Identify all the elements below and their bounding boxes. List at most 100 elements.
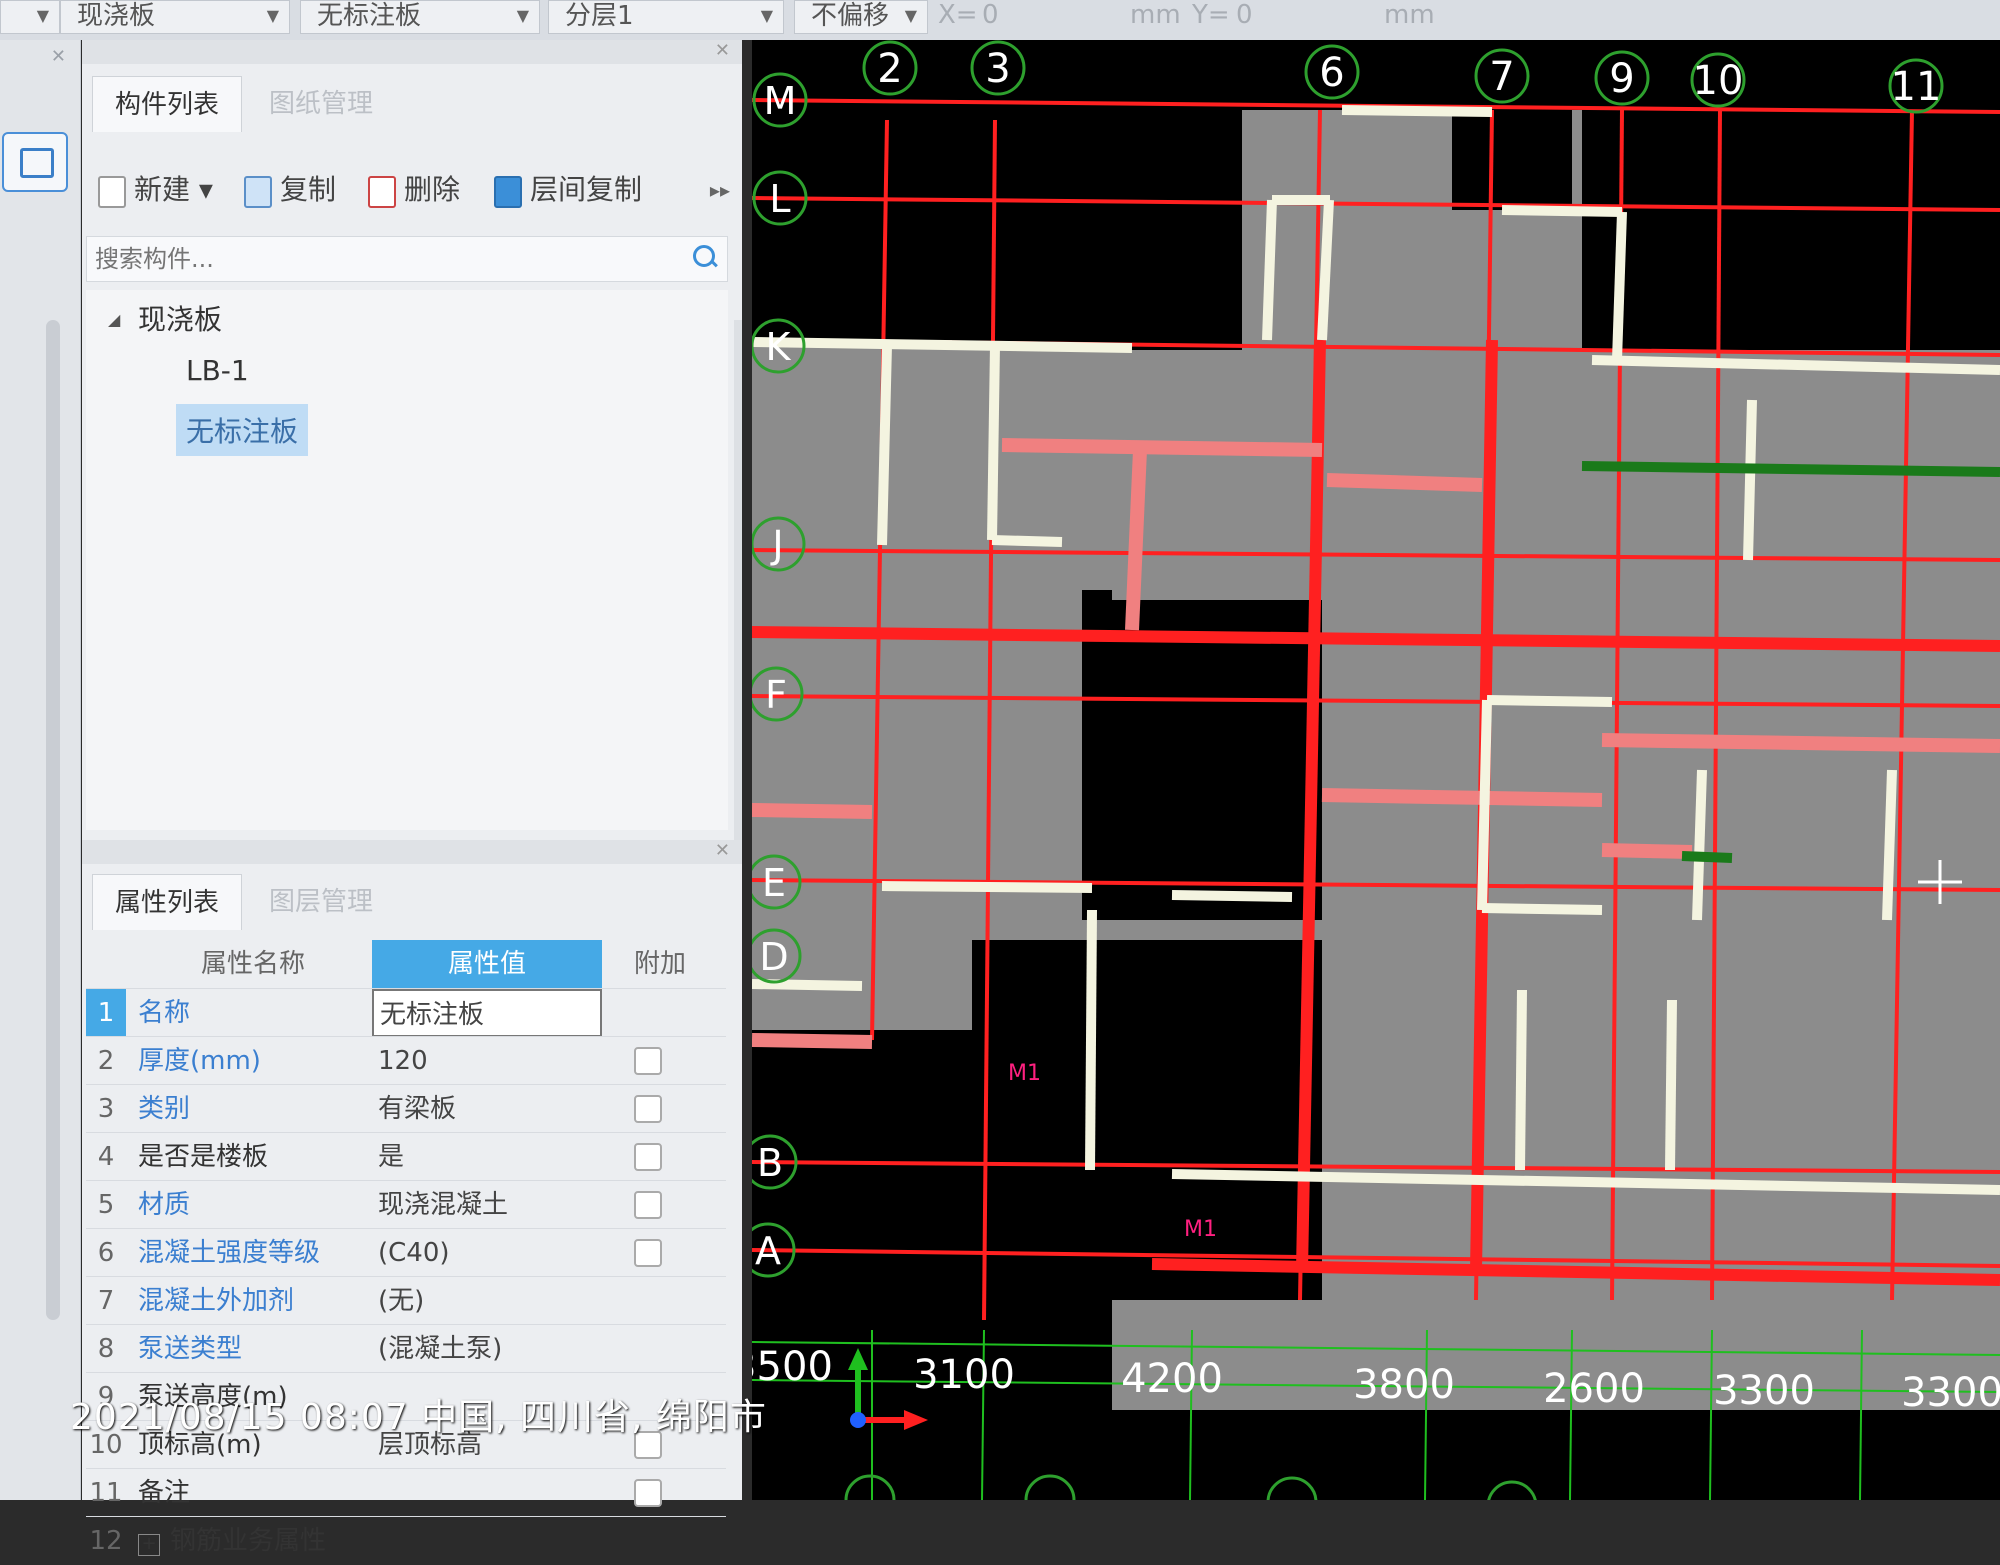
property-value[interactable]: 是 [378,1133,404,1181]
more-icon[interactable]: ▸▸ [710,178,730,202]
floor-plan[interactable]: M1 M1 2 3 6 7 9 10 11 M L K J F E D B A … [752,40,2000,1500]
column-header-value: 属性值 [372,940,602,988]
x-label: X= [938,0,978,30]
axis-label: 2 [877,46,902,92]
extra-checkbox[interactable] [634,1143,662,1171]
component-name-select[interactable]: 无标注板 ▼ [300,0,540,34]
offset-value: 不偏移 [811,1,890,31]
component-tree: ◢ 现浇板 LB-1 无标注板 [86,290,728,830]
close-icon[interactable]: ✕ [715,40,730,61]
column-header-name: 属性名称 [200,949,305,979]
axis-label: 6 [1319,50,1344,96]
tab-component-list[interactable]: 构件列表 [92,76,242,132]
new-button[interactable]: 新建 ▾ [94,170,213,210]
extra-checkbox[interactable] [634,1479,662,1507]
tab-drawing-management[interactable]: 图纸管理 [246,76,396,132]
axis-label: 3 [985,46,1010,92]
tree-root[interactable]: 现浇板 [138,298,222,338]
y-input[interactable]: 0 [1236,0,1253,30]
new-label: 新建 [134,173,191,206]
row-number: 12 [89,1526,123,1556]
property-name: 厚度(mm) [138,1046,261,1076]
copy-button[interactable]: 复制 [240,170,336,210]
floor-copy-button[interactable]: 层间复制 [490,170,642,210]
column-header-extra: 附加 [633,949,686,979]
extra-checkbox[interactable] [634,1095,662,1123]
row-number: 1 [86,989,126,1037]
dimension-text: 3300 [1901,1370,2000,1416]
panel-titlebar: ✕ [82,40,742,64]
dimension-text: 3800 [1353,1362,1455,1408]
top-toolbar: ▼ 现浇板 ▼ 无标注板 ▼ 分层1 ▼ 不偏移 ▼ X= 0 mm Y= 0 mm [0,0,2000,40]
property-value[interactable]: 现浇混凝土 [378,1181,508,1229]
scrollbar[interactable] [734,320,742,840]
extra-checkbox[interactable] [634,1239,662,1267]
property-value[interactable]: 有梁板 [378,1085,456,1133]
table-row[interactable]: 1 名称 无标注板 [86,988,726,1037]
table-row[interactable]: 2 厚度(mm) 120 [86,1036,726,1085]
tree-item-selected[interactable]: 无标注板 [176,404,309,456]
opening-region [1582,100,2000,350]
table-row[interactable]: 5 材质 现浇混凝土 [86,1180,726,1229]
dimension-text: 3300 [1713,1368,1815,1414]
offset-select[interactable]: 不偏移 ▼ [794,0,928,34]
view-toggle-button[interactable] [2,132,68,192]
close-icon[interactable]: ✕ [715,840,730,861]
table-row[interactable]: 7 混凝土外加剂 (无) [86,1276,726,1325]
axis-label: J [770,523,783,567]
property-name-text: 钢筋业务属性 [170,1526,327,1556]
drawing-canvas[interactable]: M1 M1 2 3 6 7 9 10 11 M L K J F E D B A … [752,40,2000,1500]
tab-property-list[interactable]: 属性列表 [92,874,242,930]
component-search [86,236,728,282]
property-name: 名称 [138,998,191,1028]
property-name: 类别 [138,1094,191,1124]
tab-layer-management[interactable]: 图层管理 [246,874,396,930]
table-row[interactable]: 8 泵送类型 (混凝土泵) [86,1324,726,1373]
chevron-down-icon: ▼ [904,6,917,25]
layer-select[interactable]: 分层1 ▼ [548,0,784,34]
axis-label: E [762,861,786,905]
property-value[interactable]: (无) [378,1277,424,1325]
combo-prefix[interactable]: ▼ [0,0,60,34]
component-name-value: 无标注板 [317,1,422,31]
table-row[interactable]: 6 混凝土强度等级 (C40) [86,1228,726,1277]
delete-button[interactable]: 删除 [364,170,460,210]
property-value[interactable]: (混凝土泵) [378,1325,502,1373]
new-file-icon [98,176,126,208]
table-row[interactable]: 4 是否是楼板 是 [86,1132,726,1181]
expand-plus-icon[interactable]: + [138,1534,160,1556]
property-name: 混凝土外加剂 [138,1286,295,1316]
scrollbar[interactable] [46,320,60,1320]
layer-value: 分层1 [565,1,634,31]
property-name: 备注 [138,1478,191,1508]
extra-checkbox[interactable] [634,1047,662,1075]
search-input[interactable] [87,237,657,281]
panel-titlebar: ✕ [82,840,742,864]
chevron-down-icon: ▼ [760,6,773,25]
extra-checkbox[interactable] [634,1191,662,1219]
collapse-triangle-icon[interactable]: ◢ [108,310,120,329]
photo-timestamp: 2021/08/15 08:07 中国, 四川省, 绵阳市 [70,1397,767,1438]
component-panel: ✕ 构件列表 图纸管理 新建 ▾ 复制 删除 层间复制 ▸▸ ◢ 现浇板 LB-… [82,40,742,1556]
axis-label: 9 [1609,56,1634,102]
property-name: 泵送类型 [138,1334,243,1364]
x-input[interactable]: 0 [982,0,999,30]
search-icon[interactable] [693,245,715,267]
axis-label: M [764,79,797,123]
property-value-input[interactable]: 无标注板 [372,989,602,1037]
close-icon[interactable]: ✕ [51,46,66,67]
table-row[interactable]: 11 备注 [86,1468,726,1517]
component-toolbar: 新建 ▾ 复制 删除 层间复制 ▸▸ [82,160,742,220]
property-value[interactable]: (C40) [378,1229,450,1277]
opening-region [972,940,1322,1300]
tree-item-lb1[interactable]: LB-1 [186,354,249,387]
table-row[interactable]: 3 类别 有梁板 [86,1084,726,1133]
left-dock-strip: ✕ [0,40,81,1500]
axis-label: D [759,935,788,979]
property-value[interactable]: 120 [378,1037,428,1085]
component-type-select[interactable]: 现浇板 ▼ [60,0,290,34]
copy-icon [244,176,272,208]
dimension-text: 3100 [913,1352,1015,1398]
table-row[interactable]: 12 + 钢筋业务属性 [86,1516,726,1565]
opening-region [1082,600,1322,920]
